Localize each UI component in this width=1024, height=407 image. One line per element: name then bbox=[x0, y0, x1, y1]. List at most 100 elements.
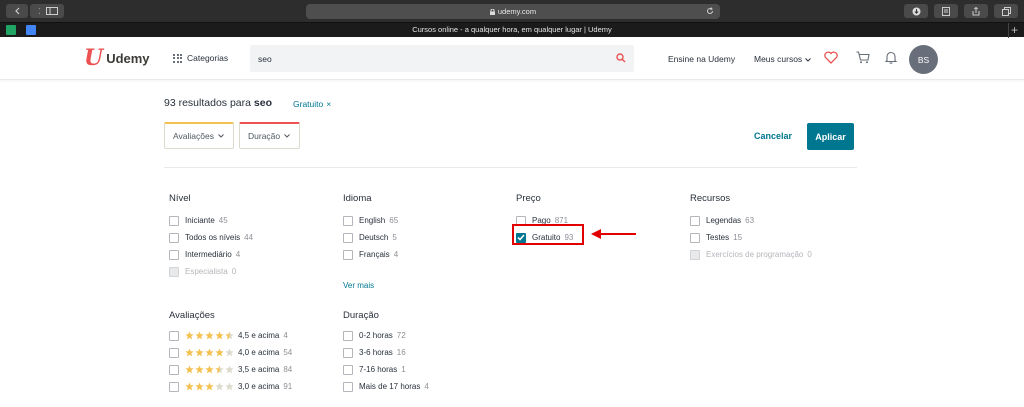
option-label: Todos os níveis bbox=[185, 233, 241, 242]
option-count: 72 bbox=[396, 331, 406, 340]
logo-mark: U bbox=[84, 45, 104, 71]
option-label: Testes bbox=[706, 233, 730, 242]
ratings-dropdown[interactable]: Avaliações bbox=[164, 122, 234, 149]
star-icon bbox=[205, 365, 214, 374]
filter-ratings-title: Avaliações bbox=[169, 310, 215, 321]
star-icon bbox=[195, 348, 204, 357]
apply-button[interactable]: Aplicar bbox=[807, 123, 854, 150]
filter-option-disabled: Especialista 0 bbox=[169, 263, 253, 280]
filter-option[interactable]: Testes 15 bbox=[690, 229, 812, 246]
duration-dropdown-label: Duração bbox=[248, 131, 281, 141]
filter-option[interactable]: Français 4 bbox=[343, 246, 398, 263]
tabs-overview-button[interactable] bbox=[994, 4, 1018, 18]
search-input[interactable] bbox=[258, 51, 598, 66]
option-label: Deutsch bbox=[359, 233, 389, 242]
checkbox[interactable] bbox=[169, 330, 179, 341]
stars bbox=[185, 365, 234, 374]
option-count: 4 bbox=[283, 331, 288, 340]
back-button[interactable] bbox=[6, 4, 28, 18]
results-query: seo bbox=[253, 97, 272, 109]
checkbox[interactable] bbox=[343, 232, 353, 243]
filter-option[interactable]: Deutsch 5 bbox=[343, 229, 398, 246]
remove-filter-icon[interactable]: × bbox=[326, 99, 331, 109]
star-icon bbox=[215, 382, 224, 391]
reload-icon[interactable] bbox=[706, 7, 714, 15]
option-label: Français bbox=[359, 250, 390, 259]
duration-dropdown[interactable]: Duração bbox=[239, 122, 300, 149]
rating-option[interactable]: 4,0 e acima 54 bbox=[169, 344, 292, 361]
option-count: 45 bbox=[218, 216, 228, 225]
share-button[interactable] bbox=[964, 4, 988, 18]
option-label: 4,5 e acima bbox=[238, 331, 280, 340]
chevron-down-icon bbox=[804, 58, 811, 62]
star-icon bbox=[225, 365, 234, 374]
option-count: 0 bbox=[807, 250, 812, 259]
stars bbox=[185, 331, 234, 340]
checkbox[interactable] bbox=[343, 364, 353, 375]
filter-price-title: Preço bbox=[516, 193, 541, 204]
option-label: Mais de 17 horas bbox=[359, 382, 421, 391]
site-header: U Udemy Categorias Ensine na Udemy Meus … bbox=[0, 38, 1024, 80]
star-icon bbox=[185, 331, 194, 340]
highlight-box bbox=[512, 224, 584, 245]
categories-menu[interactable]: Categorias bbox=[173, 53, 228, 63]
rating-option[interactable]: 4,5 e acima 4 bbox=[169, 327, 292, 344]
udemy-logo[interactable]: U Udemy bbox=[84, 45, 150, 71]
filter-level-title: Nível bbox=[169, 193, 191, 204]
my-courses-menu[interactable]: Meus cursos bbox=[754, 54, 811, 64]
checkbox[interactable] bbox=[343, 347, 353, 358]
checkbox[interactable] bbox=[690, 215, 700, 226]
checkbox[interactable] bbox=[169, 381, 179, 392]
filter-option[interactable]: 7-16 horas 1 bbox=[343, 361, 429, 378]
active-filter-chip[interactable]: Gratuito × bbox=[293, 99, 331, 109]
tab-title[interactable]: Cursos online - a qualquer hora, em qual… bbox=[0, 25, 1024, 34]
sidebar-icon bbox=[46, 7, 58, 15]
sidebar-toggle-button[interactable] bbox=[40, 4, 64, 18]
checkbox[interactable] bbox=[169, 232, 179, 243]
cancel-button[interactable]: Cancelar bbox=[754, 131, 792, 141]
filter-option[interactable]: 3-6 horas 16 bbox=[343, 344, 429, 361]
filter-option[interactable]: English 65 bbox=[343, 212, 398, 229]
new-tab-button[interactable]: + bbox=[1011, 23, 1018, 37]
address-bar[interactable]: udemy.com bbox=[306, 4, 720, 19]
star-icon bbox=[225, 382, 234, 391]
star-icon bbox=[215, 331, 224, 340]
option-label: 3,0 e acima bbox=[238, 382, 280, 391]
filter-option[interactable]: Todos os níveis 44 bbox=[169, 229, 253, 246]
teach-on-udemy-link[interactable]: Ensine na Udemy bbox=[668, 54, 735, 64]
filter-option[interactable]: Intermediário 4 bbox=[169, 246, 253, 263]
option-count: 91 bbox=[283, 382, 293, 391]
filter-option[interactable]: Iniciante 45 bbox=[169, 212, 253, 229]
option-count: 65 bbox=[389, 216, 399, 225]
checkbox[interactable] bbox=[343, 249, 353, 260]
checkbox[interactable] bbox=[169, 347, 179, 358]
checkbox[interactable] bbox=[169, 249, 179, 260]
search-icon[interactable] bbox=[616, 53, 626, 63]
checkbox[interactable] bbox=[343, 330, 353, 341]
option-count: 16 bbox=[396, 348, 406, 357]
filter-option[interactable]: Mais de 17 horas 4 bbox=[343, 378, 429, 395]
option-label: Especialista bbox=[185, 267, 228, 276]
star-icon bbox=[225, 348, 234, 357]
filter-option[interactable]: 0-2 horas 72 bbox=[343, 327, 429, 344]
rating-option[interactable]: 3,0 e acima 91 bbox=[169, 378, 292, 395]
checkbox[interactable] bbox=[343, 215, 353, 226]
share-icon bbox=[972, 6, 980, 15]
heart-icon[interactable] bbox=[824, 51, 838, 64]
option-count: 15 bbox=[733, 233, 743, 242]
cart-icon[interactable] bbox=[856, 51, 870, 64]
avatar[interactable]: BS bbox=[909, 45, 938, 74]
download-icon bbox=[912, 7, 920, 15]
filter-option[interactable]: Legendas 63 bbox=[690, 212, 812, 229]
reader-button[interactable] bbox=[934, 4, 958, 18]
checkbox[interactable] bbox=[343, 381, 353, 392]
checkbox[interactable] bbox=[690, 232, 700, 243]
filter-ratings: Avaliações 4,5 e acima 4 4,0 e acima 54 3,5 … bbox=[169, 310, 292, 395]
logo-text: Udemy bbox=[106, 50, 150, 66]
see-more-link[interactable]: Ver mais bbox=[343, 281, 398, 290]
bell-icon[interactable] bbox=[885, 51, 897, 64]
checkbox[interactable] bbox=[169, 364, 179, 375]
downloads-button[interactable] bbox=[904, 4, 928, 18]
rating-option[interactable]: 3,5 e acima 84 bbox=[169, 361, 292, 378]
checkbox[interactable] bbox=[169, 215, 179, 226]
